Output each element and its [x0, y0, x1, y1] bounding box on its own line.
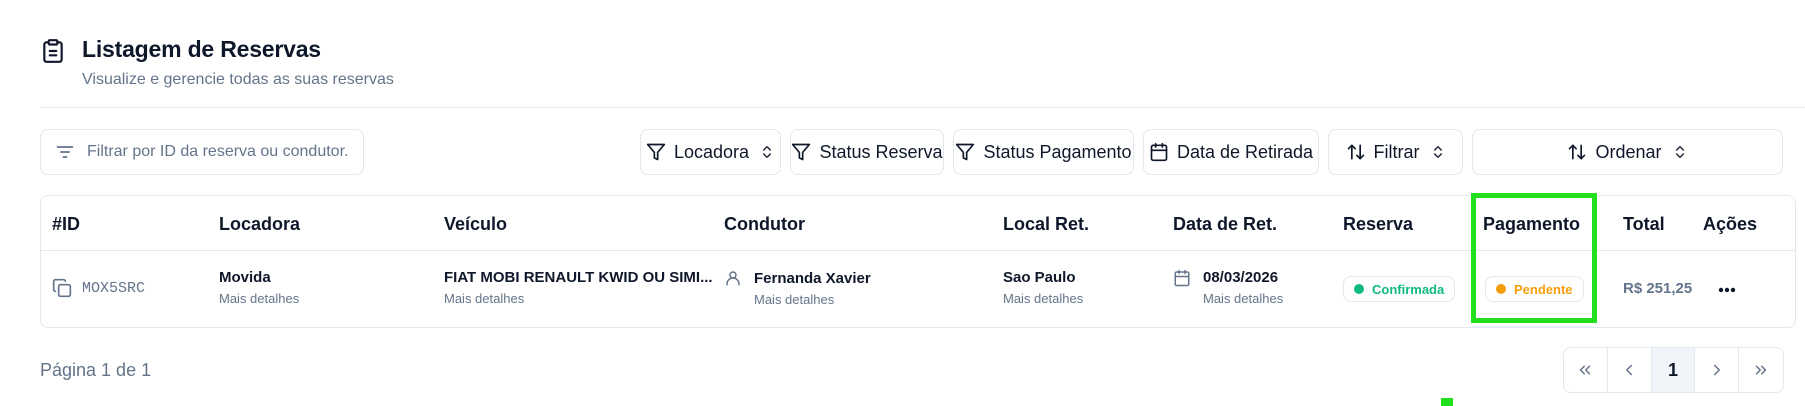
condutor-name: Fernanda Xavier: [754, 270, 871, 287]
column-header-data[interactable]: Data de Ret.: [1173, 214, 1277, 235]
veiculo-details-link[interactable]: Mais detalhes: [444, 291, 713, 306]
sort-arrows-icon: [1347, 144, 1364, 160]
column-header-total[interactable]: Total: [1623, 214, 1665, 235]
column-header-local[interactable]: Local Ret.: [1003, 214, 1089, 235]
calendar-icon: [1174, 269, 1190, 287]
column-header-reserva[interactable]: Reserva: [1343, 214, 1413, 235]
locadora-cell: Movida Mais detalhes: [219, 269, 299, 306]
column-header-locadora[interactable]: Locadora: [219, 214, 300, 235]
search-input[interactable]: [87, 143, 347, 161]
chevrons-left-icon: [1580, 365, 1591, 375]
page-1-button[interactable]: 1: [1651, 348, 1696, 392]
reserva-status-badge: Confirmada: [1343, 276, 1456, 302]
more-horizontal-icon: [1718, 287, 1736, 293]
user-icon: [726, 271, 740, 286]
local-name: Sao Paulo: [1003, 269, 1076, 286]
data-cell: 08/03/2026 Mais detalhes: [1173, 269, 1283, 306]
reservations-table: #ID Locadora Veículo Condutor Local Ret.…: [40, 195, 1796, 328]
veiculo-cell: FIAT MOBI RENAULT KWID OU SIMI... Mais d…: [444, 269, 713, 306]
page-title: Listagem de Reservas: [82, 36, 321, 62]
more-actions-button[interactable]: [1715, 280, 1739, 300]
pagination: 1: [1563, 347, 1784, 393]
chevron-right-icon: [1713, 364, 1720, 376]
page-header: Listagem de Reservas Visualize e gerenci…: [40, 36, 394, 89]
locadora-filter-button[interactable]: Locadora: [640, 129, 781, 175]
column-header-pagamento[interactable]: Pagamento: [1483, 214, 1580, 235]
funnel-icon: [646, 143, 666, 161]
filtrar-label: Filtrar: [1373, 141, 1420, 162]
chevrons-up-down-icon: [1675, 146, 1684, 158]
funnel-icon: [792, 143, 811, 161]
ordenar-label: Ordenar: [1595, 141, 1662, 162]
filter-lines-icon: [56, 146, 74, 158]
copy-icon[interactable]: [52, 278, 72, 298]
reservation-id-cell[interactable]: MOX5SRC: [52, 278, 145, 298]
status-reserva-filter-button[interactable]: Status Reserva: [790, 129, 944, 175]
locadora-filter-label: Locadora: [673, 141, 750, 162]
data-retirada-filter-button[interactable]: Data de Retirada: [1143, 129, 1319, 175]
pagination-info: Página 1 de 1: [40, 360, 152, 380]
status-reserva-filter-label: Status Reserva: [819, 141, 943, 162]
condutor-cell: Fernanda Xavier Mais detalhes: [724, 270, 871, 307]
data-value: 08/03/2026: [1203, 269, 1279, 286]
sort-arrows-icon: [1569, 144, 1586, 160]
status-pagamento-filter-label: Status Pagamento: [983, 141, 1132, 162]
local-cell: Sao Paulo Mais detalhes: [1003, 269, 1083, 306]
ordenar-button[interactable]: Ordenar: [1472, 129, 1783, 175]
reserva-status-text: Confirmada: [1372, 281, 1445, 297]
data-details-link[interactable]: Mais detalhes: [1203, 291, 1283, 306]
status-pagamento-filter-button[interactable]: Status Pagamento: [953, 129, 1134, 175]
column-header-veiculo[interactable]: Veículo: [444, 214, 507, 235]
status-dot: [1496, 284, 1506, 294]
local-details-link[interactable]: Mais detalhes: [1003, 291, 1083, 306]
clipboard-icon: [43, 39, 63, 63]
chevrons-up-down-icon: [763, 146, 772, 158]
reservation-id: MOX5SRC: [82, 279, 146, 297]
next-page-button[interactable]: [1695, 348, 1740, 392]
chevrons-right-icon: [1755, 365, 1767, 375]
table-header: #ID Locadora Veículo Condutor Local Ret.…: [41, 196, 1795, 251]
total-value: R$ 251,25: [1623, 280, 1693, 297]
condutor-details-link[interactable]: Mais detalhes: [754, 292, 871, 307]
status-dot: [1354, 284, 1364, 294]
pagamento-status-badge: Pendente: [1485, 276, 1584, 302]
data-retirada-filter-label: Data de Retirada: [1176, 141, 1314, 162]
veiculo-name: FIAT MOBI RENAULT KWID OU SIMI...: [444, 269, 713, 286]
chevron-left-icon: [1626, 364, 1633, 376]
page-subtitle: Visualize e gerencie todas as suas reser…: [82, 71, 394, 88]
column-header-id[interactable]: #ID: [52, 214, 80, 235]
locadora-name: Movida: [219, 269, 271, 286]
calendar-icon: [1150, 142, 1168, 162]
pagamento-status-text: Pendente: [1514, 281, 1573, 297]
filtrar-button[interactable]: Filtrar: [1328, 129, 1463, 175]
last-page-button[interactable]: [1739, 348, 1783, 392]
header-divider: [40, 107, 1805, 108]
locadora-details-link[interactable]: Mais detalhes: [219, 291, 299, 306]
cursor-marker: [1441, 398, 1453, 406]
funnel-icon: [956, 143, 975, 161]
search-box[interactable]: [40, 129, 364, 175]
column-header-acoes: Ações: [1703, 214, 1758, 234]
column-header-condutor[interactable]: Condutor: [724, 214, 805, 235]
previous-page-button[interactable]: [1608, 348, 1652, 392]
first-page-button[interactable]: [1564, 348, 1608, 392]
chevrons-up-down-icon: [1433, 146, 1442, 158]
